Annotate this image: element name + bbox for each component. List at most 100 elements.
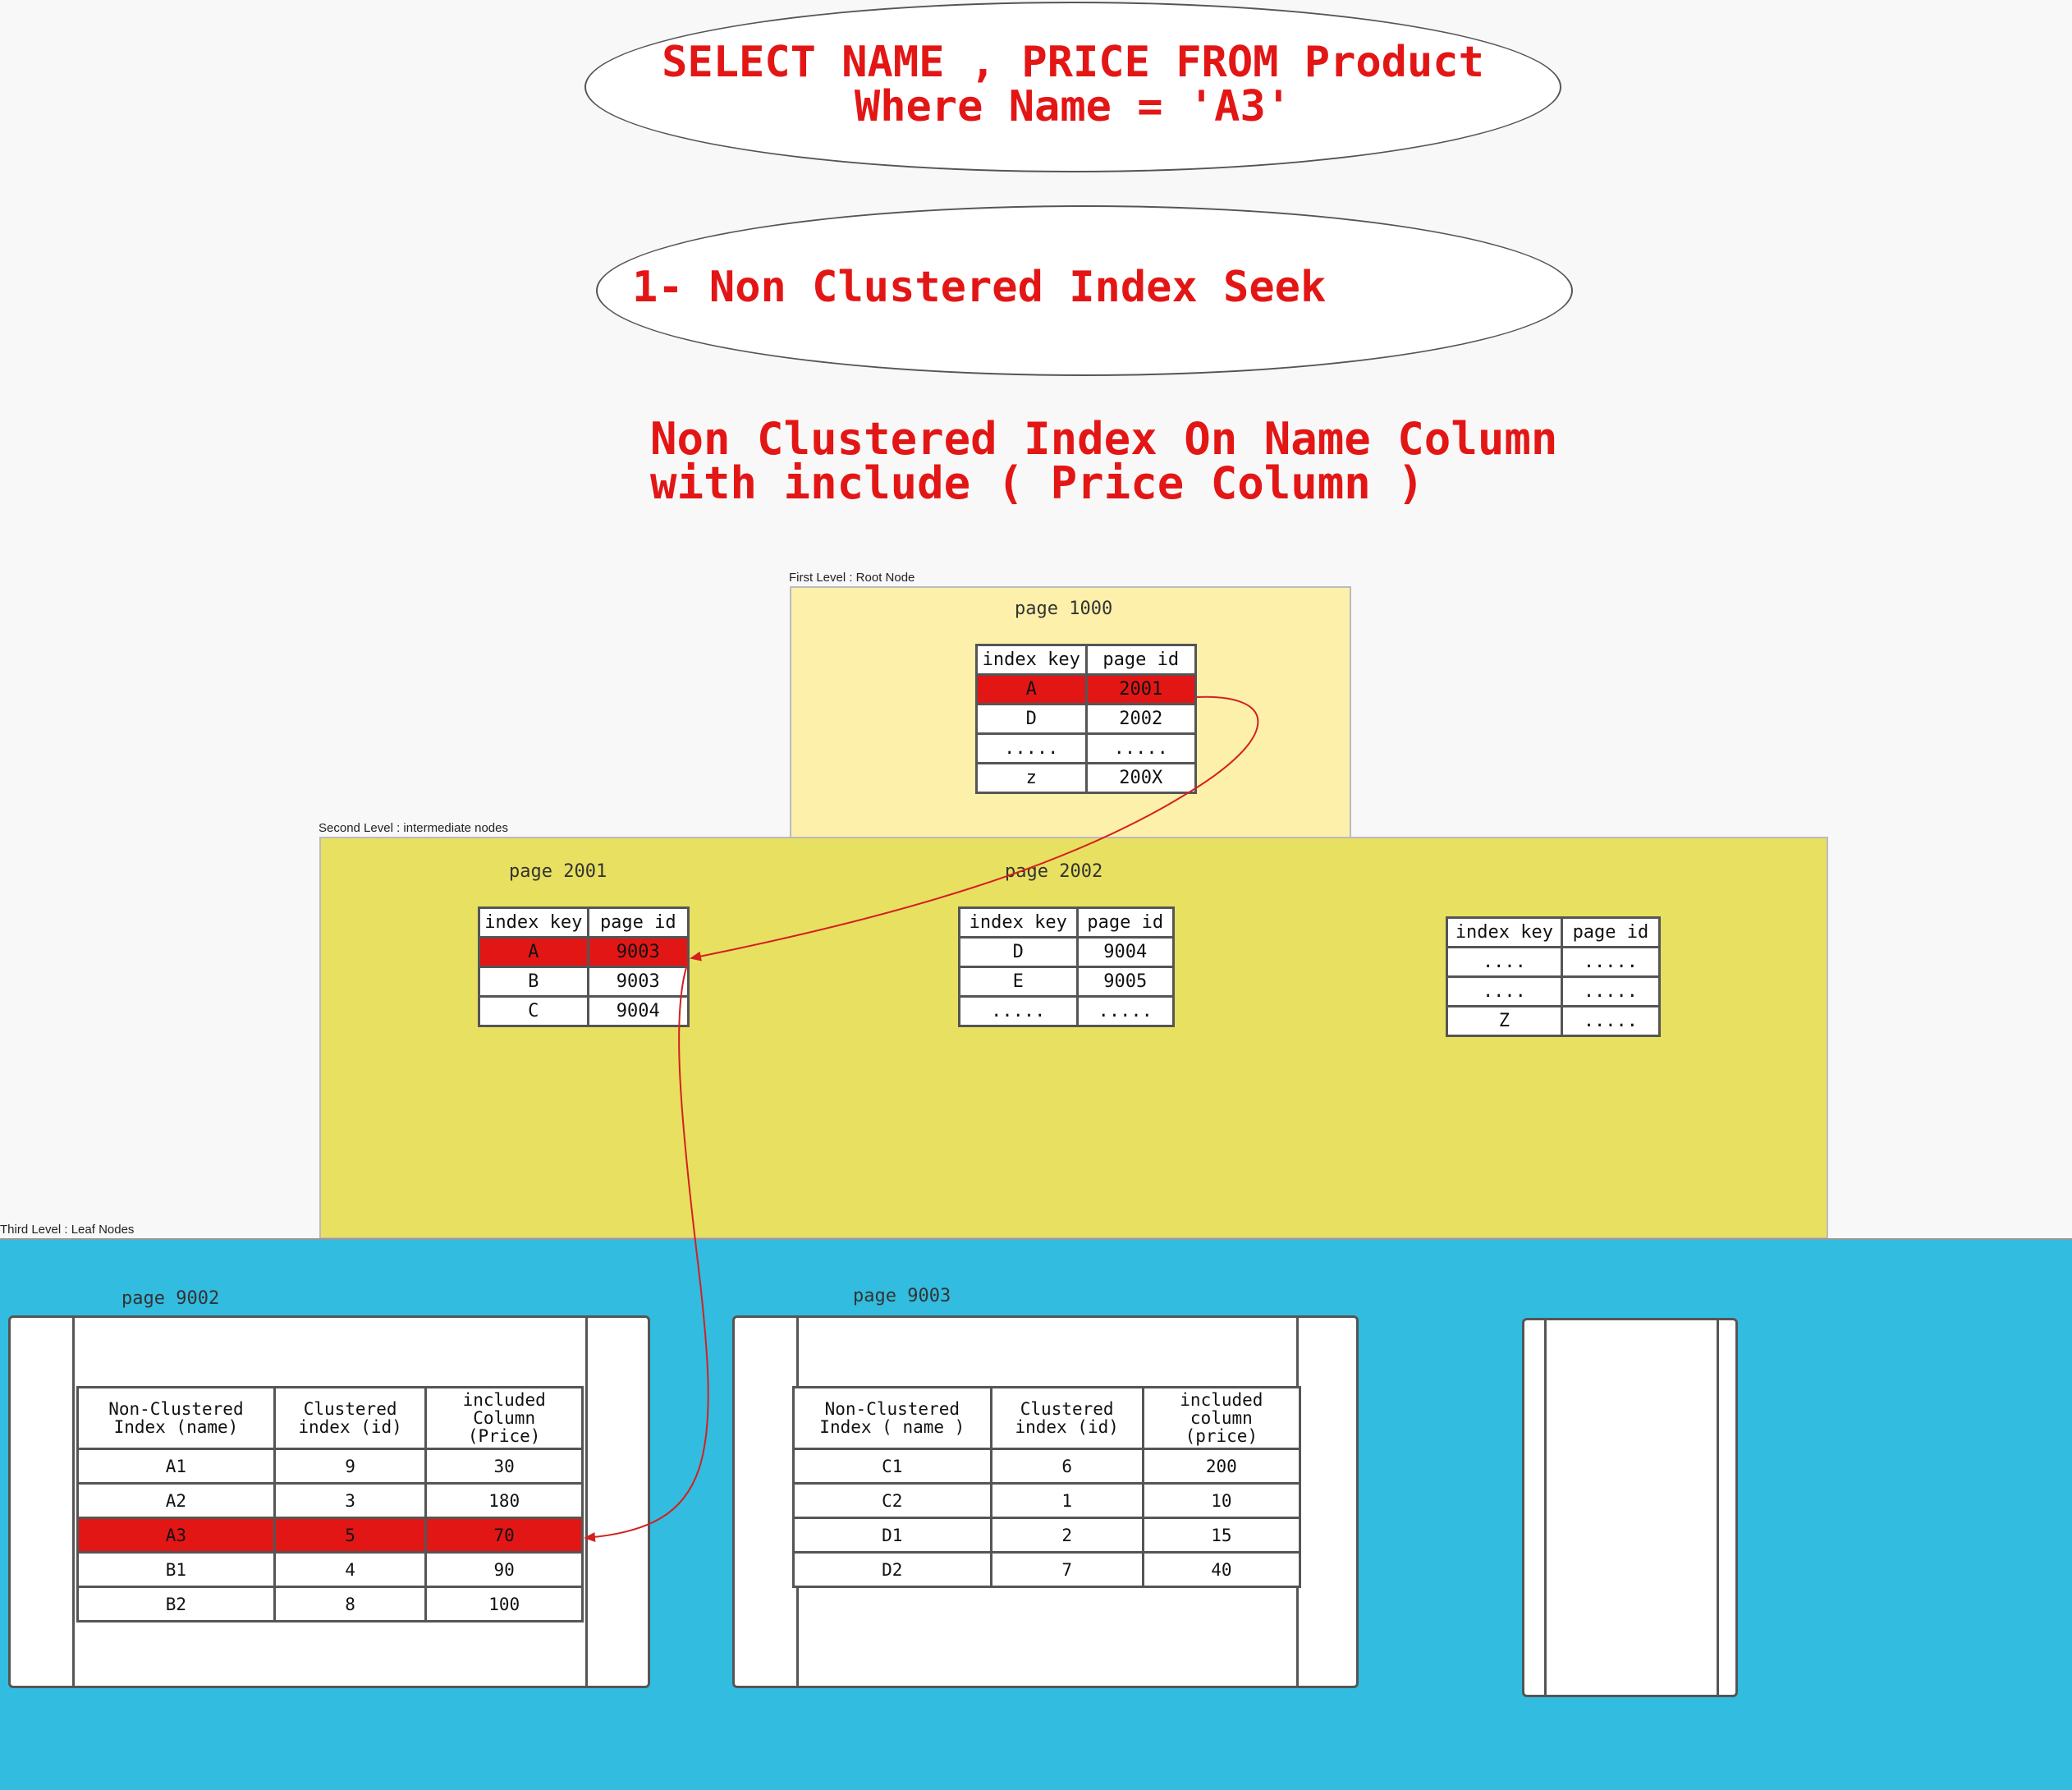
table-row: A1 9 30 <box>76 1448 584 1485</box>
table-cell: ..... <box>1084 732 1197 764</box>
table-cell: 4 <box>273 1551 428 1588</box>
table-header: included column (price) <box>1141 1386 1302 1450</box>
table-cell: 70 <box>424 1517 584 1554</box>
table-cell: 6 <box>989 1448 1144 1485</box>
table-cell: A <box>478 936 589 968</box>
table-header: Clustered index (id) <box>273 1386 428 1450</box>
table-cell: A1 <box>76 1448 276 1485</box>
table-cell: ..... <box>975 732 1088 764</box>
table-row: E 9005 <box>958 966 1176 998</box>
page-2002-table: index key page id D 9004 E 9005 .......... <box>958 906 1176 1027</box>
table-row: Z..... <box>1446 1005 1662 1037</box>
table-cell: E <box>958 966 1079 998</box>
table-cell: ..... <box>1560 975 1662 1007</box>
table-header: index key <box>975 644 1088 676</box>
table-row: B1 4 90 <box>76 1551 584 1588</box>
table-cell: 1 <box>989 1482 1144 1519</box>
table-header: Non-Clustered Index (name) <box>76 1386 276 1450</box>
table-cell: A2 <box>76 1482 276 1519</box>
table-header: index key <box>1446 916 1563 948</box>
table-header: page id <box>1560 916 1662 948</box>
table-cell: ..... <box>1075 995 1176 1027</box>
table-cell: 9003 <box>586 936 690 968</box>
table-cell: 9003 <box>586 966 690 998</box>
index-description-line-2: with include ( Price Column ) <box>650 457 1424 509</box>
table-cell: 5 <box>273 1517 428 1554</box>
page-9003-table: Non-Clustered Index ( name ) Clustered i… <box>792 1386 1302 1588</box>
page-9002-label: page 9002 <box>121 1288 220 1309</box>
query-line-2: Where Name = 'A3' <box>854 82 1292 131</box>
table-row: A 2001 <box>975 673 1197 705</box>
table-row: D2 7 40 <box>792 1551 1302 1588</box>
page-frame-divider <box>1544 1320 1547 1695</box>
table-cell: ..... <box>1560 1005 1662 1037</box>
query-line-1: SELECT NAME , PRICE FROM Product <box>662 38 1484 87</box>
table-row: z 200X <box>975 762 1197 794</box>
table-row: D 2002 <box>975 703 1197 735</box>
table-row: A3 5 70 <box>76 1517 584 1554</box>
table-row: C 9004 <box>478 995 690 1027</box>
table-cell: 40 <box>1141 1551 1302 1588</box>
table-header: page id <box>586 906 690 939</box>
root-index-table: index key page id A 2001 D 2002 .......... … <box>975 644 1197 794</box>
table-cell: z <box>975 762 1088 794</box>
table-row: ......... <box>1446 946 1662 978</box>
table-cell: C1 <box>792 1448 992 1485</box>
page-2001-label: page 2001 <box>509 861 607 882</box>
table-cell: 8 <box>273 1586 428 1622</box>
table-cell: 2002 <box>1084 703 1197 735</box>
table-cell: 200 <box>1141 1448 1302 1485</box>
table-cell: ..... <box>958 995 1079 1027</box>
table-cell: Z <box>1446 1005 1563 1037</box>
table-cell: 90 <box>424 1551 584 1588</box>
table-cell: C <box>478 995 589 1027</box>
leaf-page-empty-frame <box>1522 1318 1738 1697</box>
table-header: index key <box>478 906 589 939</box>
table-cell: 9005 <box>1075 966 1176 998</box>
table-row: A 9003 <box>478 936 690 968</box>
root-level-label: First Level : Root Node <box>789 571 915 585</box>
table-cell: 10 <box>1141 1482 1302 1519</box>
table-header: index key <box>958 906 1079 939</box>
root-page-label: page 1000 <box>1015 599 1113 619</box>
table-cell: D <box>975 703 1088 735</box>
table-cell: 9 <box>273 1448 428 1485</box>
table-cell: 15 <box>1141 1517 1302 1554</box>
table-row: C1 6 200 <box>792 1448 1302 1485</box>
table-cell: 3 <box>273 1482 428 1519</box>
step-label: 1- Non Clustered Index Seek <box>632 263 1327 312</box>
table-row: C2 1 10 <box>792 1482 1302 1519</box>
page-frame-divider <box>585 1318 588 1686</box>
leaf-level-label: Third Level : Leaf Nodes <box>0 1223 135 1237</box>
table-cell: D2 <box>792 1551 992 1588</box>
table-cell: 9004 <box>1075 936 1176 968</box>
page-2001-table: index key page id A 9003 B 9003 C 9004 <box>478 906 690 1027</box>
table-row: ......... <box>1446 975 1662 1007</box>
intermediate-level-label: Second Level : intermediate nodes <box>319 821 508 835</box>
index-description-line-1: Non Clustered Index On Name Column <box>650 413 1558 465</box>
table-row: .......... <box>975 732 1197 764</box>
table-row: A2 3 180 <box>76 1482 584 1519</box>
table-row: D1 2 15 <box>792 1517 1302 1554</box>
page-200x-table: index key page id ......... ......... Z..… <box>1446 916 1662 1037</box>
table-cell: D <box>958 936 1079 968</box>
page-frame-divider <box>72 1318 75 1686</box>
page-9003-label: page 9003 <box>853 1286 951 1306</box>
page-2002-label: page 2002 <box>1005 861 1103 882</box>
table-cell: 30 <box>424 1448 584 1485</box>
table-cell: 180 <box>424 1482 584 1519</box>
table-header: Non-Clustered Index ( name ) <box>792 1386 992 1450</box>
table-row: B 9003 <box>478 966 690 998</box>
table-row: .......... <box>958 995 1176 1027</box>
table-cell: .... <box>1446 975 1563 1007</box>
table-cell: B2 <box>76 1586 276 1622</box>
table-row: D 9004 <box>958 936 1176 968</box>
table-header: page id <box>1075 906 1176 939</box>
table-cell: 2001 <box>1084 673 1197 705</box>
intermediate-level-box <box>319 837 1828 1239</box>
table-header: page id <box>1084 644 1197 676</box>
table-cell: A <box>975 673 1088 705</box>
table-header: included Column (Price) <box>424 1386 584 1450</box>
page-frame-divider <box>1717 1320 1719 1695</box>
table-cell: 200X <box>1084 762 1197 794</box>
